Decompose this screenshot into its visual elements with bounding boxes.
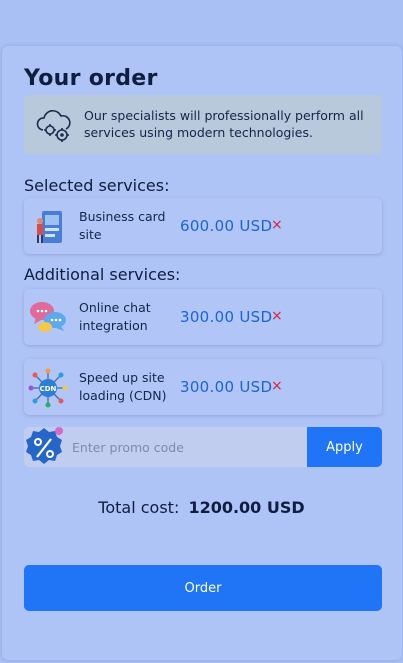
- additional-services-heading: Additional services:: [24, 265, 181, 284]
- remove-service-button[interactable]: ×: [271, 217, 283, 233]
- service-name: Business card site: [79, 209, 166, 242]
- total-cost-label: Total cost:: [98, 498, 180, 517]
- service-price: 600.00 USD: [180, 217, 273, 235]
- percent-badge-icon: [26, 427, 63, 464]
- remove-service-button[interactable]: ×: [271, 308, 283, 324]
- service-item-business-card: Business card site 600.00 USD ×: [24, 198, 382, 254]
- promo-code-form: Apply: [24, 427, 382, 467]
- service-name: Speed up site loading (CDN): [79, 370, 167, 403]
- service-price: 300.00 USD: [180, 308, 273, 326]
- info-banner: Our specialists will professionally perf…: [24, 95, 382, 154]
- remove-service-button[interactable]: ×: [271, 378, 283, 394]
- total-cost-value: 1200.00 USD: [188, 498, 305, 517]
- page-title: Your order: [24, 66, 158, 91]
- service-item-cdn: CDN Speed up site loading (CDN) 300.00 U…: [24, 359, 382, 415]
- cdn-network-icon: CDN: [28, 368, 68, 408]
- chat-bubbles-icon: [30, 302, 66, 332]
- business-card-icon: [37, 211, 62, 243]
- cloud-gear-icon: [36, 110, 71, 142]
- svg-text:CDN: CDN: [40, 385, 57, 393]
- order-button[interactable]: Order: [24, 565, 382, 611]
- service-price: 300.00 USD: [180, 378, 273, 396]
- service-name: Online chat integration: [79, 300, 151, 333]
- selected-services-heading: Selected services:: [24, 176, 170, 195]
- info-text: Our specialists will professionally perf…: [84, 108, 364, 140]
- promo-code-input[interactable]: [72, 427, 306, 467]
- service-item-online-chat: Online chat integration 300.00 USD ×: [24, 289, 382, 345]
- apply-promo-button[interactable]: Apply: [307, 427, 382, 467]
- total-cost: Total cost: 1200.00 USD: [0, 498, 403, 517]
